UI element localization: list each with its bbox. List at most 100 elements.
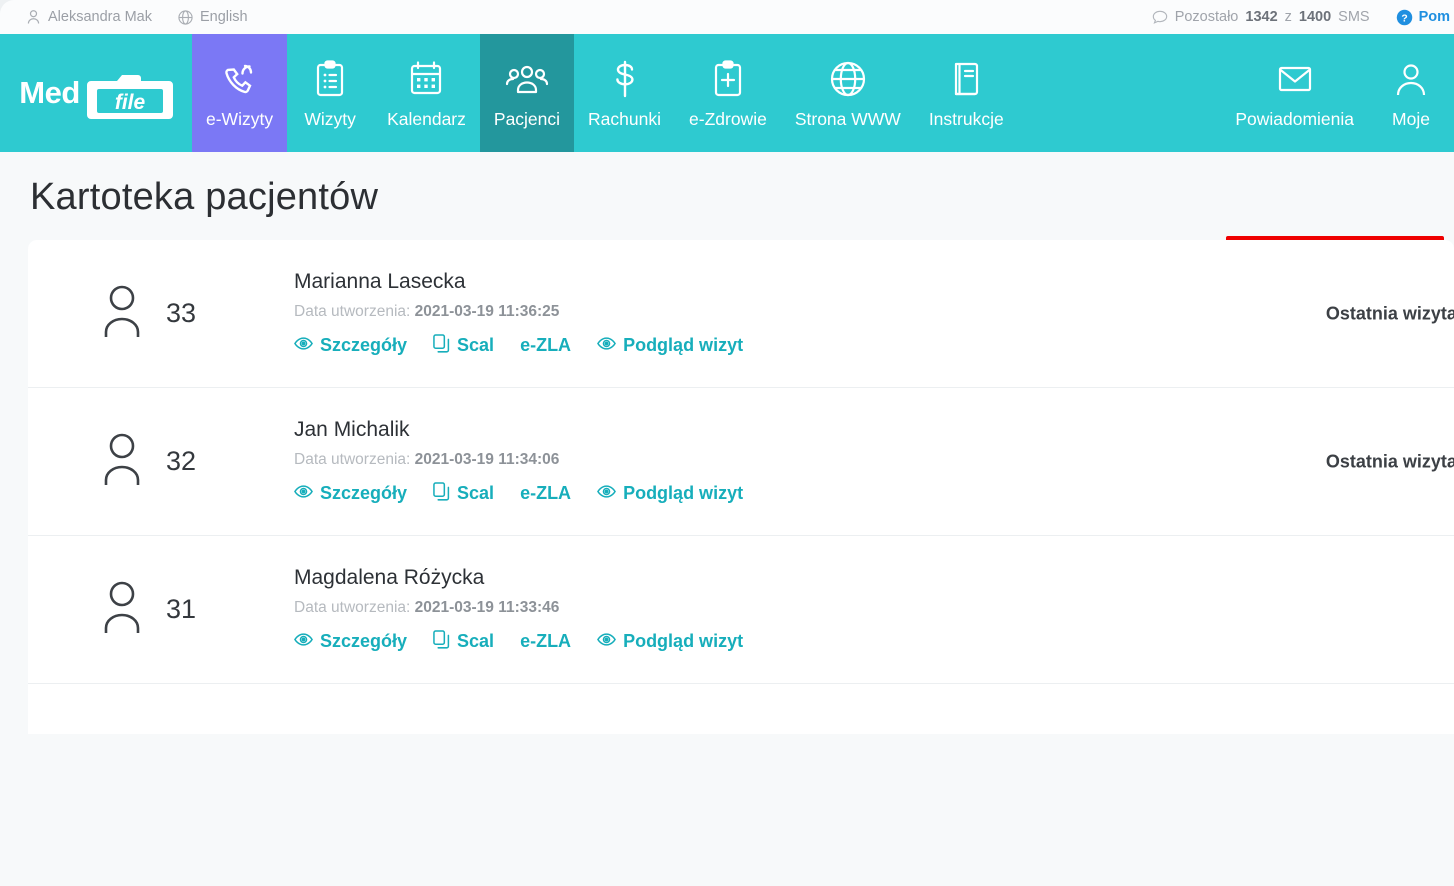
language-label: English (199, 9, 248, 25)
page-title: Kartoteka pacjentów (30, 176, 379, 218)
language-selector[interactable]: English (178, 9, 248, 25)
action-podglad-wizyt[interactable]: Podgląd wizyt (597, 631, 743, 652)
avatar (98, 575, 154, 644)
eye-icon (597, 335, 616, 356)
sms-used: 1342 (1245, 9, 1278, 25)
svg-text:?: ? (1401, 13, 1407, 24)
app-root: Aleksandra Mak English Pozostało 1342 z … (0, 0, 1454, 886)
action-e-zla[interactable]: e-ZLA (520, 631, 571, 652)
avatar (98, 279, 154, 348)
created-value: 2021-03-19 11:36:25 (414, 302, 560, 320)
eye-icon (597, 631, 616, 652)
sms-total: 1400 (1298, 9, 1332, 25)
patient-actions: Szczegóły Scal e-ZLA Podgląd wizyt (294, 629, 1454, 654)
eye-icon (294, 483, 313, 504)
action-scal[interactable]: Scal (433, 629, 495, 654)
calendar-icon (407, 57, 445, 99)
user-name: Aleksandra Mak (48, 9, 152, 25)
action-label: e-ZLA (520, 483, 572, 503)
globe-icon (828, 57, 868, 99)
question-circle-icon: ? (1396, 9, 1413, 26)
action-podglad-wizyt[interactable]: Podgląd wizyt (597, 483, 743, 504)
patient-id: 31 (166, 594, 197, 624)
patient-name: Marianna Lasecka (294, 269, 466, 293)
help-link[interactable]: ? Pom (1396, 9, 1450, 26)
chat-bubble-icon (1152, 10, 1168, 25)
nav-item-rachunki[interactable]: Rachunki (574, 34, 675, 152)
action-label: e-ZLA (520, 631, 572, 651)
patient-name: Magdalena Różycka (294, 565, 485, 589)
patient-info: Magdalena Różycka Data utworzenia: 2021-… (294, 566, 1454, 654)
help-label: Pom (1418, 9, 1450, 25)
action-label: Szczegóły (320, 483, 408, 503)
sms-prefix: Pozostało (1174, 9, 1239, 25)
table-row[interactable]: 33 Marianna Lasecka Data utworzenia: 202… (28, 240, 1454, 388)
action-szczegoly[interactable]: Szczegóły (294, 335, 407, 356)
utility-bar: Aleksandra Mak English Pozostało 1342 z … (0, 0, 1454, 34)
copy-icon (433, 629, 450, 654)
created-label: Data utworzenia: (294, 302, 411, 320)
created-label: Data utworzenia: (294, 598, 411, 616)
nav-label: Rachunki (588, 108, 662, 129)
sms-separator: z (1284, 9, 1292, 25)
users-icon (504, 57, 550, 99)
nav-item-powiadomienia[interactable]: Powiadomienia (1221, 34, 1368, 152)
last-visit-label: Ostatnia wizyta (1325, 303, 1454, 323)
main-navigation: Med file e-Wizyty Wizyty Kalendarz Pacje… (0, 34, 1454, 152)
created-value: 2021-03-19 11:33:46 (414, 598, 560, 616)
patient-identity: 32 (98, 427, 294, 496)
action-scal[interactable]: Scal (433, 333, 495, 358)
patient-identity: 33 (98, 279, 294, 348)
utility-bar-left: Aleksandra Mak English (0, 9, 248, 25)
nav-item-e-zdrowie[interactable]: e-Zdrowie (675, 34, 781, 152)
nav-item-e-wizyty[interactable]: e-Wizyty (192, 34, 288, 152)
action-podglad-wizyt[interactable]: Podgląd wizyt (597, 335, 743, 356)
action-scal[interactable]: Scal (433, 481, 494, 506)
nav-item-moje[interactable]: Moje (1368, 34, 1454, 152)
patient-info: Jan Michalik Data utworzenia: 2021-03-19… (294, 418, 1454, 506)
nav-label: e-Zdrowie (689, 108, 767, 129)
nav-item-instrukcje[interactable]: Instrukcje (915, 34, 1018, 152)
action-label: Scal (457, 335, 495, 355)
logo-folder-icon: file (86, 67, 173, 119)
dollar-icon (610, 57, 640, 99)
action-szczegoly[interactable]: Szczegóły (294, 483, 407, 504)
nav-item-pacjenci[interactable]: Pacjenci (479, 34, 575, 152)
table-row[interactable]: 32 Jan Michalik Data utworzenia: 2021-03… (28, 388, 1454, 536)
clipboard-plus-icon (711, 57, 745, 99)
patient-list-card: 33 Marianna Lasecka Data utworzenia: 202… (28, 240, 1454, 734)
table-row[interactable]: 31 Magdalena Różycka Data utworzenia: 20… (28, 536, 1454, 684)
eye-icon (294, 631, 313, 652)
user-icon (26, 9, 41, 25)
sms-suffix: SMS (1338, 9, 1370, 25)
phone-call-icon (220, 57, 260, 99)
nav-item-wizyty[interactable]: Wizyty (287, 34, 373, 152)
nav-label: Kalendarz (387, 108, 466, 129)
patient-created-date: Data utworzenia: 2021-03-19 11:33:46 (294, 599, 1454, 617)
action-label: Szczegóły (320, 335, 408, 355)
patient-created-date: Data utworzenia: 2021-03-19 11:34:06 (294, 451, 1454, 469)
nav-item-strona-www[interactable]: Strona WWW (781, 34, 915, 152)
nav-label: Pacjenci (493, 108, 561, 129)
action-e-zla[interactable]: e-ZLA (520, 335, 571, 356)
eye-icon (294, 335, 313, 356)
sms-counter: Pozostało 1342 z 1400 SMS (1152, 9, 1370, 25)
nav-label: e-Wizyty (206, 108, 274, 129)
nav-label: Strona WWW (794, 108, 901, 129)
patient-info: Marianna Lasecka Data utworzenia: 2021-0… (294, 270, 1454, 358)
nav-label: Moje (1392, 108, 1430, 129)
action-label: Podgląd wizyt (623, 335, 744, 355)
action-szczegoly[interactable]: Szczegóły (294, 631, 407, 652)
action-label: Scal (457, 631, 495, 651)
globe-icon (178, 9, 193, 25)
created-value: 2021-03-19 11:34:06 (414, 450, 560, 468)
avatar (98, 427, 154, 496)
user-icon (1393, 57, 1429, 99)
last-visit: Ostatnia wizyta 202 (1326, 451, 1454, 472)
patient-id: 32 (166, 446, 197, 476)
nav-item-kalendarz[interactable]: Kalendarz (373, 34, 480, 152)
user-menu[interactable]: Aleksandra Mak (26, 9, 152, 25)
clipboard-list-icon (313, 57, 347, 99)
action-e-zla[interactable]: e-ZLA (520, 483, 571, 504)
logo[interactable]: Med file (0, 34, 192, 152)
